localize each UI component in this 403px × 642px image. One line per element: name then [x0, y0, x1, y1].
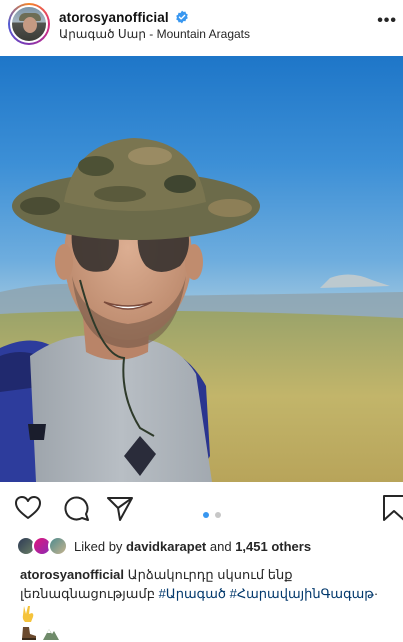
post-header: atorosyanofficial Արագած Սար - Mountain …: [0, 0, 403, 54]
post-location[interactable]: Արագած Սար - Mountain Aragats: [59, 27, 250, 41]
post-caption: atorosyanofficial Արձակուրդը սկսում ենք …: [20, 565, 395, 642]
caption-username[interactable]: atorosyanofficial: [20, 567, 124, 582]
camo-spot: [78, 156, 114, 176]
mountain-emoji: [42, 629, 59, 641]
carousel-dot-active: [203, 512, 209, 518]
likes-count[interactable]: 1,451 others: [235, 539, 311, 554]
comment-icon[interactable]: [62, 494, 90, 522]
camo-spot: [20, 197, 60, 215]
more-options-icon[interactable]: •••: [377, 12, 397, 30]
liker-avatar[interactable]: [48, 536, 68, 556]
caption-suffix: ·: [373, 586, 379, 601]
carousel-indicator: [202, 505, 222, 523]
photo-scene: [0, 138, 403, 482]
likes-summary[interactable]: Liked by davidkarapet and 1,451 others: [74, 539, 311, 554]
strap-badge: [28, 424, 46, 440]
post-username[interactable]: atorosyanofficial: [59, 10, 169, 25]
likes-prefix: Liked by: [74, 539, 123, 554]
hashtag-link[interactable]: #Արագած: [159, 586, 226, 601]
hashtag-link[interactable]: #ՀարավայինԳագաթ: [230, 586, 374, 601]
camo-spot: [94, 186, 146, 202]
ear-left: [55, 244, 73, 280]
hiking-boot-emoji: [22, 627, 36, 641]
carousel-dot: [215, 512, 222, 518]
heart-icon[interactable]: [14, 494, 42, 522]
bookmark-icon[interactable]: [380, 494, 403, 522]
camo-spot: [128, 147, 172, 165]
likes-row: Liked by davidkarapet and 1,451 others: [0, 534, 403, 560]
liker-username[interactable]: davidkarapet: [126, 539, 206, 554]
likes-conjunction: and: [209, 539, 232, 554]
camo-spot: [208, 199, 252, 217]
story-ring-avatar[interactable]: [8, 3, 50, 45]
avatar-face: [23, 17, 37, 33]
action-bar: [0, 488, 403, 528]
avatar[interactable]: [10, 5, 48, 43]
post-photo[interactable]: [0, 56, 403, 482]
distant-peak: [320, 274, 390, 288]
share-icon[interactable]: [106, 494, 134, 522]
verified-badge-icon: [176, 10, 188, 24]
camo-spot: [164, 175, 196, 193]
